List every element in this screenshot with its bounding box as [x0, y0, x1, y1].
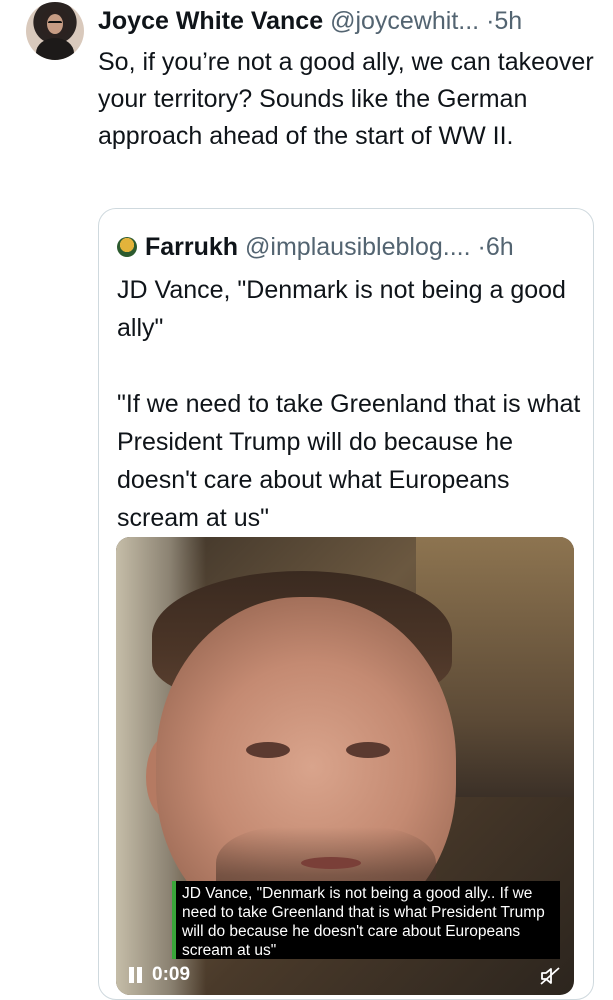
video-subject-mouth [301, 857, 361, 869]
quoted-author-avatar [117, 237, 137, 257]
quoted-tweet-header: Farrukh @implausibleblog.... ·6h [117, 231, 587, 263]
quoted-author-name: Farrukh [145, 233, 239, 261]
quoted-paragraph: JD Vance, "Denmark is not being a good a… [117, 276, 566, 342]
tweet-header: Joyce White Vance @joycewhit... ·5h [98, 4, 598, 38]
author-handle[interactable]: @joycewhit... [330, 7, 479, 35]
video-player[interactable]: JD Vance, "Denmark is not being a good a… [116, 537, 574, 995]
quoted-tweet-timestamp: 6h [485, 233, 514, 261]
separator-dot: · [477, 233, 486, 261]
quoted-author-handle: @implausibleblog.... [245, 233, 471, 261]
video-caption: JD Vance, "Denmark is not being a good a… [172, 881, 560, 959]
video-subject-eye [346, 742, 390, 758]
video-subject-eye [246, 742, 290, 758]
avatar-glasses [48, 21, 62, 26]
video-timecode: 0:09 [152, 964, 191, 985]
muted-speaker-icon[interactable] [540, 967, 560, 985]
quoted-tweet-text: JD Vance, "Denmark is not being a good a… [117, 271, 587, 537]
author-avatar[interactable] [26, 2, 84, 60]
quoted-paragraph: "If we need to take Greenland that is wh… [117, 390, 581, 532]
avatar-shoulders [36, 38, 74, 60]
quoted-tweet-card[interactable]: Farrukh @implausibleblog.... ·6h JD Vanc… [98, 208, 594, 1000]
video-controls: 0:09 [116, 955, 574, 995]
tweet-text: So, if you’re not a good ally, we can ta… [98, 48, 594, 150]
tweet-timestamp[interactable]: 5h [494, 7, 522, 35]
pause-icon[interactable] [128, 967, 144, 983]
author-name[interactable]: Joyce White Vance [98, 7, 323, 35]
